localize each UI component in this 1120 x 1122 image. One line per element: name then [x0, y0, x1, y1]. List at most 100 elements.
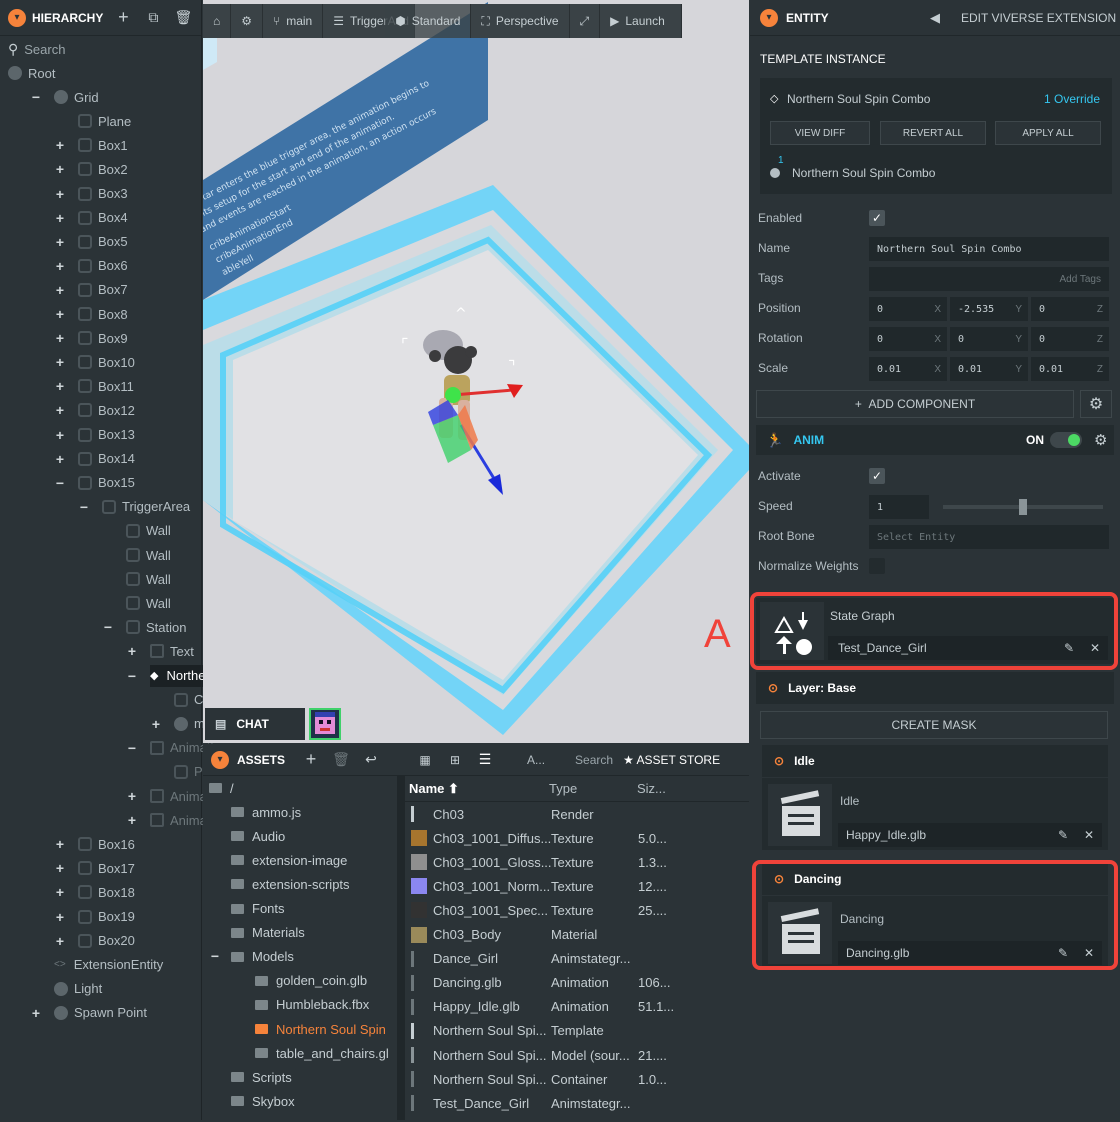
- revert-all-button[interactable]: REVERT ALL: [880, 121, 986, 145]
- expand-icon[interactable]: +: [54, 162, 66, 176]
- tree-item-box[interactable]: Box2: [78, 158, 128, 180]
- anim-toggle[interactable]: [1050, 432, 1082, 448]
- asset-row[interactable]: Ch03_Body Material: [405, 923, 749, 947]
- folder-item[interactable]: Humbleback.fbx: [255, 993, 369, 1017]
- activate-checkbox[interactable]: ✓: [869, 468, 885, 484]
- expand-icon[interactable]: +: [126, 813, 138, 827]
- asset-filter-select[interactable]: A...: [527, 753, 545, 767]
- asset-store-button[interactable]: ★ ASSET STORE: [623, 753, 720, 767]
- add-component-button[interactable]: + ADD COMPONENT: [756, 390, 1074, 418]
- expand-icon[interactable]: +: [54, 934, 66, 948]
- col-name[interactable]: Name ⬆: [409, 781, 459, 797]
- tree-item-box[interactable]: Box10: [78, 351, 135, 373]
- expand-icon[interactable]: +: [54, 428, 66, 442]
- list-view-icon[interactable]: ☰: [473, 748, 497, 772]
- tree-item-wall[interactable]: Wall: [126, 592, 171, 614]
- tree-item-text[interactable]: Text: [150, 640, 194, 662]
- viewport[interactable]: avatar enters the blue trigger area, the…: [203, 0, 749, 743]
- hierarchy-search[interactable]: ⚲ Search: [0, 36, 201, 62]
- expand-icon[interactable]: +: [54, 379, 66, 393]
- expand-icon[interactable]: +: [54, 910, 66, 924]
- tree-item-box[interactable]: Box4: [78, 207, 128, 229]
- camera-select[interactable]: ⛶ Perspective: [471, 4, 570, 38]
- speed-field[interactable]: 1: [869, 495, 929, 519]
- collapse-icon[interactable]: ▾: [8, 8, 26, 27]
- asset-row[interactable]: Ch03 Render: [405, 802, 749, 826]
- enabled-checkbox[interactable]: ✓: [869, 210, 885, 226]
- collapse-icon[interactable]: ▾: [760, 8, 778, 27]
- delete-icon[interactable]: 🗑: [171, 6, 195, 30]
- branch-button[interactable]: ⑂ main: [263, 4, 324, 38]
- tree-item-box[interactable]: Box16: [78, 833, 135, 855]
- grid-large-icon[interactable]: ▦: [413, 748, 437, 772]
- asset-row[interactable]: Happy_Idle.glb Animation 51.1...: [405, 995, 749, 1019]
- tree-item-plane[interactable]: Plane: [78, 110, 131, 132]
- asset-row[interactable]: Ch03_1001_Spec... Texture 25....: [405, 898, 749, 922]
- idle-animation-field[interactable]: Happy_Idle.glb ✎ ✕: [838, 823, 1102, 847]
- gear-icon[interactable]: ⚙: [1094, 431, 1107, 449]
- render-mode-select[interactable]: ⬢ Standard: [385, 4, 472, 38]
- folder-item[interactable]: Skybox: [231, 1089, 295, 1113]
- tree-item-box[interactable]: Box20: [78, 930, 135, 952]
- folder-item[interactable]: ammo.js: [231, 800, 301, 824]
- asset-row[interactable]: Ch03_1001_Diffus... Texture 5.0...: [405, 826, 749, 850]
- expand-icon[interactable]: +: [30, 1006, 42, 1020]
- expand-icon[interactable]: +: [54, 259, 66, 273]
- collapse-icon[interactable]: ▾: [211, 750, 229, 769]
- tree-item-box[interactable]: Box1: [78, 134, 128, 156]
- tags-field[interactable]: Add Tags: [869, 267, 1109, 291]
- expand-icon[interactable]: +: [150, 717, 162, 731]
- collapse-tree-icon[interactable]: −: [102, 620, 114, 634]
- duplicate-icon[interactable]: ⧉: [141, 6, 165, 30]
- folder-item[interactable]: Models: [231, 945, 294, 969]
- collapse-tree-icon[interactable]: −: [30, 90, 42, 104]
- expand-icon[interactable]: +: [54, 331, 66, 345]
- tree-item-box[interactable]: Box7: [78, 279, 128, 301]
- collapse-tree-icon[interactable]: −: [126, 669, 138, 683]
- root-bone-field[interactable]: Select Entity: [869, 525, 1109, 549]
- tree-item-box[interactable]: Box9: [78, 327, 128, 349]
- create-mask-button[interactable]: CREATE MASK: [760, 711, 1108, 739]
- tree-item-box[interactable]: Box3: [78, 183, 128, 205]
- tree-item-box[interactable]: Box12: [78, 399, 135, 421]
- expand-icon[interactable]: +: [54, 138, 66, 152]
- collapse-tree-icon[interactable]: −: [209, 949, 221, 963]
- panel-divider[interactable]: [397, 776, 405, 1120]
- asset-row[interactable]: Dancing.glb Animation 106...: [405, 971, 749, 995]
- expand-icon[interactable]: +: [54, 837, 66, 851]
- diff-entity-name[interactable]: Northern Soul Spin Combo: [792, 166, 935, 180]
- folder-item[interactable]: Scripts: [231, 1065, 292, 1089]
- folder-item[interactable]: Fonts: [231, 897, 285, 921]
- asset-search-input[interactable]: Search: [575, 753, 613, 767]
- normalize-checkbox[interactable]: [869, 558, 885, 574]
- tree-item-light[interactable]: Light: [54, 978, 102, 1000]
- settings-button[interactable]: ⚙: [231, 4, 264, 38]
- add-entity-icon[interactable]: +: [111, 6, 135, 30]
- expand-icon[interactable]: +: [54, 211, 66, 225]
- expand-icon[interactable]: +: [54, 403, 66, 417]
- speed-slider-handle[interactable]: [1019, 499, 1027, 515]
- tree-item-box[interactable]: Box19: [78, 906, 135, 928]
- expand-icon[interactable]: +: [54, 355, 66, 369]
- tree-item-box[interactable]: Box18: [78, 881, 135, 903]
- collapse-tree-icon[interactable]: −: [78, 500, 90, 514]
- asset-row[interactable]: Ch03_1001_Gloss... Texture 1.3...: [405, 850, 749, 874]
- rotation-x-field[interactable]: 0X: [869, 327, 947, 351]
- folder-item[interactable]: extension-scripts: [231, 872, 350, 896]
- folder-item[interactable]: Northern Soul Spin: [255, 1017, 386, 1041]
- asset-row[interactable]: Northern Soul Spi... Container 1.0...: [405, 1067, 749, 1091]
- col-size[interactable]: Siz...: [637, 781, 666, 796]
- chevron-left-icon[interactable]: ◀: [930, 10, 940, 26]
- expand-icon[interactable]: +: [54, 452, 66, 466]
- tree-item-station[interactable]: Station: [126, 616, 186, 638]
- tree-item-spawn-point[interactable]: Spawn Point: [54, 1002, 147, 1024]
- tree-item-box[interactable]: Box14: [78, 448, 135, 470]
- layer-base-header[interactable]: ⊙ Layer: Base: [756, 672, 1114, 704]
- idle-state-header[interactable]: ⊙ Idle: [762, 745, 1108, 777]
- expand-icon[interactable]: +: [54, 885, 66, 899]
- expand-icon[interactable]: +: [54, 283, 66, 297]
- close-icon[interactable]: ✕: [1084, 828, 1094, 842]
- tree-item-box[interactable]: Box17: [78, 857, 135, 879]
- tree-item-wall[interactable]: Wall: [126, 568, 171, 590]
- col-type[interactable]: Type: [549, 781, 577, 796]
